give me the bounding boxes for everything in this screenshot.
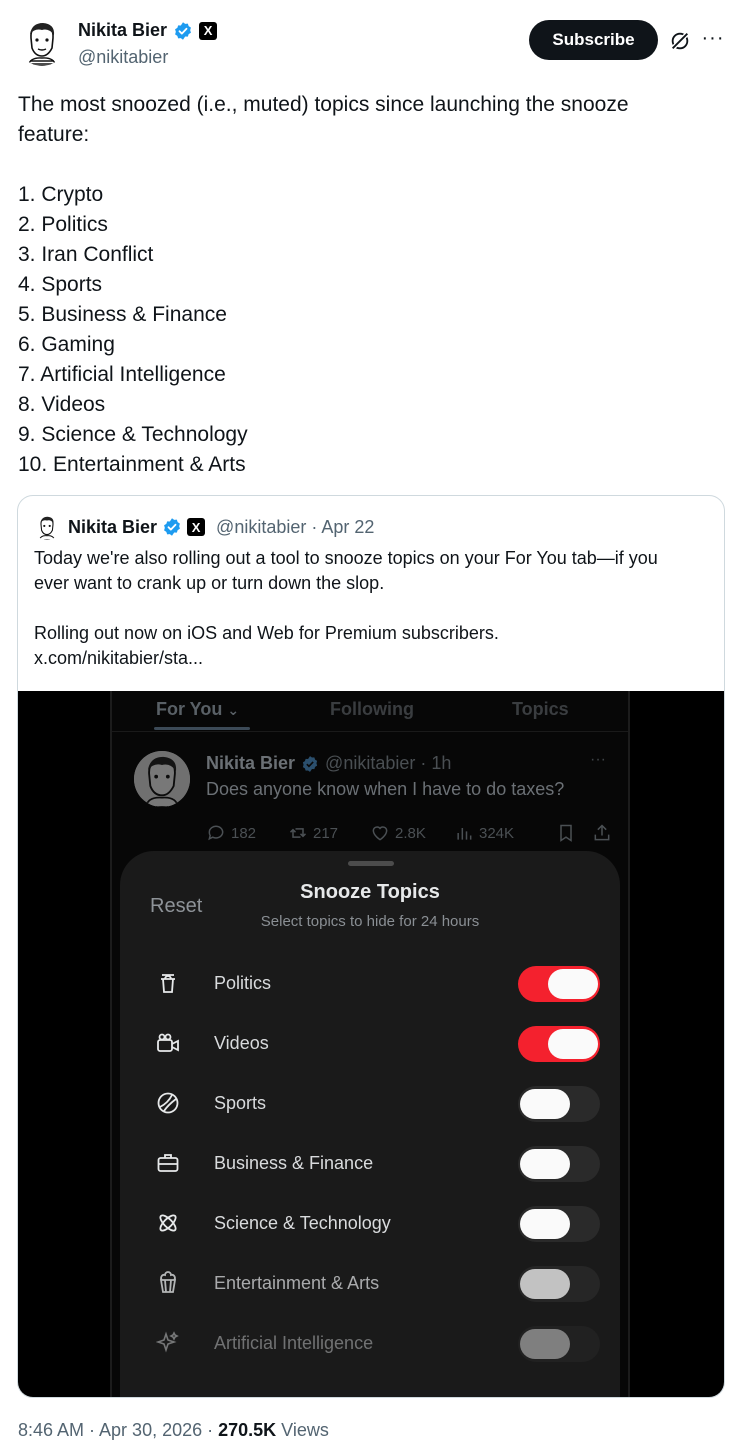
phone-screenshot: For You ⌄ Following Topics Nikita Bier @… <box>110 691 630 1397</box>
tweet-text: The most snoozed (i.e., muted) topics si… <box>18 90 718 150</box>
sheet-subtitle: Select topics to hide for 24 hours <box>260 913 480 930</box>
avatar-illustration <box>34 514 60 540</box>
quoted-text-line: ever want to crank up or turn down the s… <box>34 573 385 593</box>
quoted-author-name: Nikita Bier <box>68 516 158 537</box>
tab-following: Following <box>330 699 414 719</box>
sheet-grabber <box>348 861 394 866</box>
topic-row-politics: Politics <box>120 953 620 1013</box>
topic-toggle <box>518 966 600 1002</box>
reply-action: 182 <box>206 823 256 843</box>
topic-row-sports: Sports <box>120 1073 620 1133</box>
author-name-row: Nikita Bier X <box>78 20 218 41</box>
list-item: 4. Sports <box>18 273 103 296</box>
home-tabs: For You ⌄ Following Topics <box>112 691 628 731</box>
more-icon[interactable]: ··· <box>701 28 725 52</box>
reply-icon <box>208 825 224 841</box>
views-label: Views <box>276 1420 329 1440</box>
topic-toggle <box>518 1326 600 1362</box>
verified-badge-icon[interactable] <box>173 21 193 41</box>
list-item: 3. Iran Conflict <box>18 243 154 266</box>
quoted-text-line: Rolling out now on iOS and Web for Premi… <box>34 623 499 643</box>
quoted-link[interactable]: x.com/nikitabier/sta... <box>34 646 714 671</box>
views-action: 324K <box>454 823 514 843</box>
inner-post-actions: 182 217 2.8K 324K <box>206 823 616 845</box>
topic-row-science-technology: Science & Technology <box>120 1193 620 1253</box>
bookmark-action <box>556 823 576 843</box>
tweet-intro-line: The most snoozed (i.e., muted) topics si… <box>18 93 629 116</box>
chevron-down-icon: ⌄ <box>227 702 240 718</box>
quoted-tweet-card[interactable]: Nikita Bier X @nikitabier · Apr 22 Today… <box>17 495 725 1398</box>
author-name[interactable]: Nikita Bier <box>78 20 167 41</box>
quoted-date: · Apr 22 <box>311 516 375 537</box>
list-item: 10. Entertainment & Arts <box>18 453 246 476</box>
topic-toggle <box>518 1146 600 1182</box>
video-camera-icon <box>157 1033 179 1052</box>
repost-icon <box>289 828 307 838</box>
list-item: 2. Politics <box>18 213 108 236</box>
tweet-intro-line: feature: <box>18 123 90 146</box>
x-affiliation-badge-icon[interactable]: X <box>199 21 218 40</box>
tweet-timestamp[interactable]: 8:46 AM · Apr 30, 2026 · <box>18 1420 218 1440</box>
subscribe-button[interactable]: Subscribe <box>529 20 658 60</box>
inner-post-author: Nikita Bier @nikitabier · 1h <box>206 753 452 773</box>
author-avatar[interactable] <box>18 18 66 66</box>
topic-toggle <box>518 1206 600 1242</box>
share-action <box>592 823 612 843</box>
bookmark-icon <box>560 824 572 842</box>
quoted-author-avatar <box>34 514 60 540</box>
ball-icon <box>157 1092 179 1114</box>
repost-action: 217 <box>288 823 338 843</box>
topic-row-videos: Videos <box>120 1013 620 1073</box>
list-item: 5. Business & Finance <box>18 303 227 326</box>
list-item: 7. Artificial Intelligence <box>18 363 226 386</box>
topic-ranking-list: 1. Crypto 2. Politics 3. Iran Conflict 4… <box>18 180 248 480</box>
x-affiliation-badge-icon: X <box>187 518 206 536</box>
briefcase-icon <box>157 1154 179 1172</box>
topic-toggle <box>518 1266 600 1302</box>
verified-badge-icon <box>302 755 318 772</box>
verified-badge-icon <box>164 518 180 536</box>
divider <box>112 731 628 732</box>
list-item: 1. Crypto <box>18 183 104 206</box>
active-tab-indicator <box>154 727 250 730</box>
quoted-text-line: Today we're also rolling out a tool to s… <box>34 548 658 568</box>
more-icon: ··· <box>590 751 606 768</box>
quoted-author-handle: @nikitabier <box>216 516 307 537</box>
topic-row-business-finance: Business & Finance <box>120 1133 620 1193</box>
topic-row-entertainment-arts: Entertainment & Arts <box>120 1253 620 1313</box>
tab-for-you: For You ⌄ <box>156 699 240 719</box>
topic-toggle <box>518 1086 600 1122</box>
share-icon <box>594 824 610 841</box>
like-action: 2.8K <box>370 823 426 843</box>
list-item: 9. Science & Technology <box>18 423 248 446</box>
tweet-metadata: 8:46 AM · Apr 30, 2026 · 270.5K Views <box>18 1420 329 1441</box>
sparkle-icon <box>156 1331 179 1353</box>
list-item: 6. Gaming <box>18 333 115 356</box>
topic-toggle <box>518 1026 600 1062</box>
heart-icon <box>372 826 388 841</box>
popcorn-icon <box>159 1271 177 1293</box>
avatar-illustration <box>18 18 66 66</box>
quoted-author-row: Nikita Bier X @nikitabier · Apr 22 <box>68 514 374 540</box>
podium-icon <box>161 974 175 993</box>
tab-topics: Topics <box>512 699 569 719</box>
inner-post-text: Does anyone know when I have to do taxes… <box>206 779 565 799</box>
views-count: 270.5K <box>218 1420 277 1440</box>
atom-icon <box>159 1214 177 1232</box>
author-handle[interactable]: @nikitabier <box>78 47 168 68</box>
topic-row-artificial-intelligence: Artificial Intelligence <box>120 1313 620 1373</box>
list-item: 8. Videos <box>18 393 106 416</box>
grok-icon[interactable] <box>669 30 691 52</box>
snooze-topics-sheet: Reset Snooze Topics Select topics to hid… <box>120 851 620 1397</box>
inner-post-avatar <box>134 751 190 807</box>
quoted-tweet-text: Today we're also rolling out a tool to s… <box>34 546 714 671</box>
quoted-media-image[interactable]: For You ⌄ Following Topics Nikita Bier @… <box>18 691 724 1397</box>
bar-chart-icon <box>457 828 472 840</box>
avatar-illustration <box>134 751 190 807</box>
sheet-title: Snooze Topics <box>300 881 440 903</box>
